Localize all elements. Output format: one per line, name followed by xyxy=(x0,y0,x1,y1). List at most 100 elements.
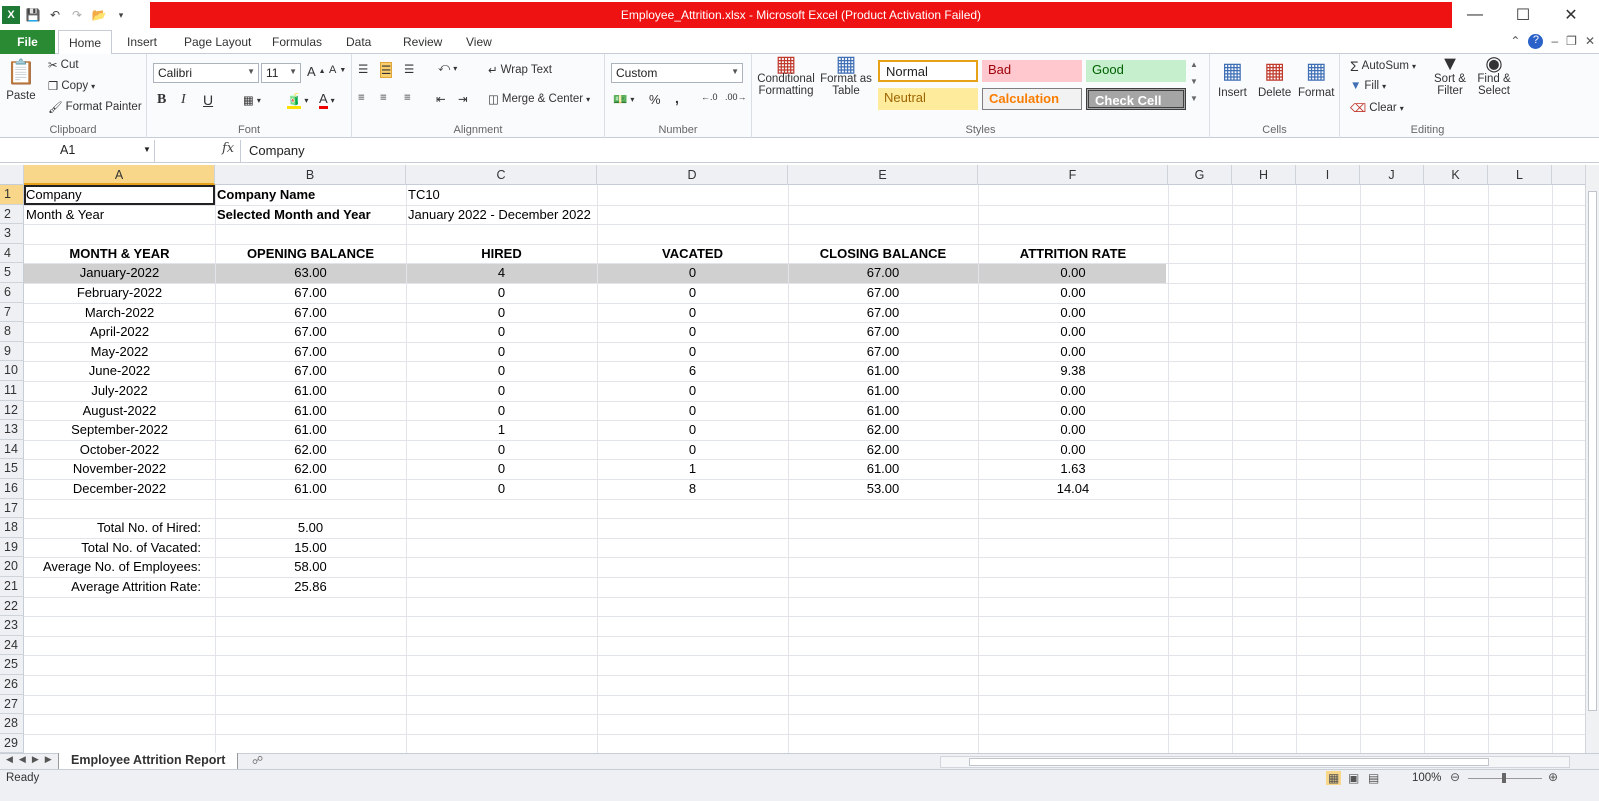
table-cell-hired[interactable]: 0 xyxy=(406,322,597,342)
style-bad[interactable]: Bad xyxy=(982,60,1082,82)
summary-value[interactable]: 58.00 xyxy=(215,557,406,577)
row-header-11[interactable]: 11 xyxy=(0,381,24,401)
table-cell-opening[interactable]: 67.00 xyxy=(215,361,406,381)
help-icon[interactable]: ? xyxy=(1528,34,1544,49)
table-cell-hired[interactable]: 0 xyxy=(406,303,597,323)
style-check-cell[interactable]: Check Cell xyxy=(1086,88,1186,110)
table-cell-closing[interactable]: 61.00 xyxy=(788,361,978,381)
table-cell-vacated[interactable]: 0 xyxy=(597,263,788,283)
collapse-ribbon-icon[interactable]: ⌃ xyxy=(1510,34,1520,49)
table-cell-vacated[interactable]: 0 xyxy=(597,381,788,401)
table-cell-month[interactable]: August-2022 xyxy=(24,401,215,421)
align-right-button[interactable]: ≡ xyxy=(404,92,411,104)
format-painter-button[interactable]: 🖌 Format Painter xyxy=(48,100,142,114)
row-header-26[interactable]: 26 xyxy=(0,675,24,695)
table-cell-vacated[interactable]: 0 xyxy=(597,283,788,303)
customize-toolbar-icon[interactable]: ▾ xyxy=(112,6,130,24)
column-header-k[interactable]: K xyxy=(1424,165,1488,185)
tab-insert[interactable]: Insert xyxy=(117,30,167,54)
table-header-vacated[interactable]: VACATED xyxy=(597,244,788,264)
table-cell-opening[interactable]: 61.00 xyxy=(215,401,406,421)
column-header-a[interactable]: A xyxy=(24,165,215,185)
cell-c1[interactable]: TC10 xyxy=(406,185,597,205)
row-header-22[interactable]: 22 xyxy=(0,596,24,617)
table-cell-attrition[interactable]: 0.00 xyxy=(978,283,1168,303)
select-all-corner[interactable] xyxy=(0,165,24,185)
table-cell-opening[interactable]: 67.00 xyxy=(215,322,406,342)
table-cell-closing[interactable]: 62.00 xyxy=(788,420,978,440)
summary-label[interactable]: Average Attrition Rate: xyxy=(24,577,215,597)
row-header-24[interactable]: 24 xyxy=(0,635,24,656)
autosum-button[interactable]: Σ AutoSum ▾ xyxy=(1350,58,1416,74)
table-cell-vacated[interactable]: 0 xyxy=(597,420,788,440)
style-normal[interactable]: Normal xyxy=(878,60,978,82)
table-cell-hired[interactable]: 0 xyxy=(406,459,597,479)
table-cell-closing[interactable]: 67.00 xyxy=(788,322,978,342)
table-cell-attrition[interactable]: 9.38 xyxy=(978,361,1168,381)
table-header-closing[interactable]: CLOSING BALANCE xyxy=(788,244,978,264)
align-middle-button[interactable]: ☰ xyxy=(380,62,393,78)
row-header-23[interactable]: 23 xyxy=(0,616,24,636)
cell-c2[interactable]: January 2022 - December 2022 xyxy=(406,205,656,225)
fill-color-button[interactable]: 🧃 ▾ xyxy=(287,92,308,109)
table-cell-attrition[interactable]: 0.00 xyxy=(978,263,1168,283)
sheet-tab-employee-attrition[interactable]: Employee Attrition Report xyxy=(58,753,239,770)
table-cell-opening[interactable]: 61.00 xyxy=(215,479,406,499)
tab-view[interactable]: View xyxy=(456,30,502,54)
table-cell-month[interactable]: October-2022 xyxy=(24,440,215,460)
new-sheet-icon[interactable]: ☍ xyxy=(252,754,263,767)
table-cell-month[interactable]: April-2022 xyxy=(24,322,215,342)
table-cell-opening[interactable]: 63.00 xyxy=(215,263,406,283)
name-box[interactable]: A1 xyxy=(0,140,155,162)
summary-value[interactable]: 5.00 xyxy=(215,518,406,538)
row-header-15[interactable]: 15 xyxy=(0,459,24,479)
row-header-3[interactable]: 3 xyxy=(0,224,24,244)
row-header-6[interactable]: 6 xyxy=(0,283,24,303)
insert-cells-button[interactable]: ▦ Insert xyxy=(1218,58,1247,99)
table-cell-vacated[interactable]: 0 xyxy=(597,322,788,342)
row-header-12[interactable]: 12 xyxy=(0,400,24,421)
column-header-h[interactable]: H xyxy=(1232,165,1296,185)
table-header-attrition[interactable]: ATTRITION RATE xyxy=(978,244,1168,264)
row-header-19[interactable]: 19 xyxy=(0,537,24,558)
table-cell-month[interactable]: May-2022 xyxy=(24,342,215,362)
table-cell-month[interactable]: January-2022 xyxy=(24,263,215,283)
table-cell-closing[interactable]: 67.00 xyxy=(788,263,978,283)
number-format-select[interactable]: Custom ▼ xyxy=(611,63,743,83)
save-icon[interactable]: 💾 xyxy=(24,6,42,24)
normal-view-icon[interactable]: ▦ xyxy=(1326,771,1342,785)
table-cell-closing[interactable]: 67.00 xyxy=(788,303,978,323)
style-good[interactable]: Good xyxy=(1086,60,1186,82)
table-cell-month[interactable]: July-2022 xyxy=(24,381,215,401)
percent-style-button[interactable]: % xyxy=(649,92,661,107)
maximize-button[interactable]: ☐ xyxy=(1500,0,1546,30)
close-button[interactable]: ✕ xyxy=(1548,0,1594,30)
table-cell-hired[interactable]: 0 xyxy=(406,479,597,499)
table-cell-opening[interactable]: 62.00 xyxy=(215,459,406,479)
align-top-button[interactable]: ☰ xyxy=(358,62,368,76)
table-cell-closing[interactable]: 61.00 xyxy=(788,459,978,479)
row-header-18[interactable]: 18 xyxy=(0,518,24,538)
name-box-dropdown-icon[interactable]: ▼ xyxy=(143,145,151,154)
table-cell-month[interactable]: December-2022 xyxy=(24,479,215,499)
row-header-16[interactable]: 16 xyxy=(0,479,24,499)
table-cell-closing[interactable]: 61.00 xyxy=(788,401,978,421)
redo-icon[interactable]: ↷ xyxy=(68,6,86,24)
tab-review[interactable]: Review xyxy=(393,30,452,54)
table-cell-opening[interactable]: 61.00 xyxy=(215,420,406,440)
sort-filter-button[interactable]: ▼ Sort & Filter xyxy=(1430,54,1470,97)
tab-data[interactable]: Data xyxy=(336,30,381,54)
fill-button[interactable]: ▼ Fill ▾ xyxy=(1350,80,1386,92)
orientation-button[interactable]: ⤺ ▾ xyxy=(438,62,457,75)
minimize-button[interactable]: — xyxy=(1452,0,1498,30)
insert-function-button[interactable]: fx xyxy=(222,141,234,156)
font-size-select[interactable]: 11 ▼ xyxy=(261,63,301,83)
cell-b1[interactable]: Company Name xyxy=(215,185,406,205)
window-restore-icon[interactable]: ❐ xyxy=(1566,34,1577,49)
zoom-slider-thumb[interactable] xyxy=(1502,773,1506,783)
tab-formulas[interactable]: Formulas xyxy=(262,30,332,54)
find-select-button[interactable]: ◉ Find & Select xyxy=(1474,54,1514,97)
table-cell-vacated[interactable]: 6 xyxy=(597,361,788,381)
cell-b2[interactable]: Selected Month and Year xyxy=(215,205,406,225)
page-layout-view-icon[interactable]: ▣ xyxy=(1348,771,1359,785)
